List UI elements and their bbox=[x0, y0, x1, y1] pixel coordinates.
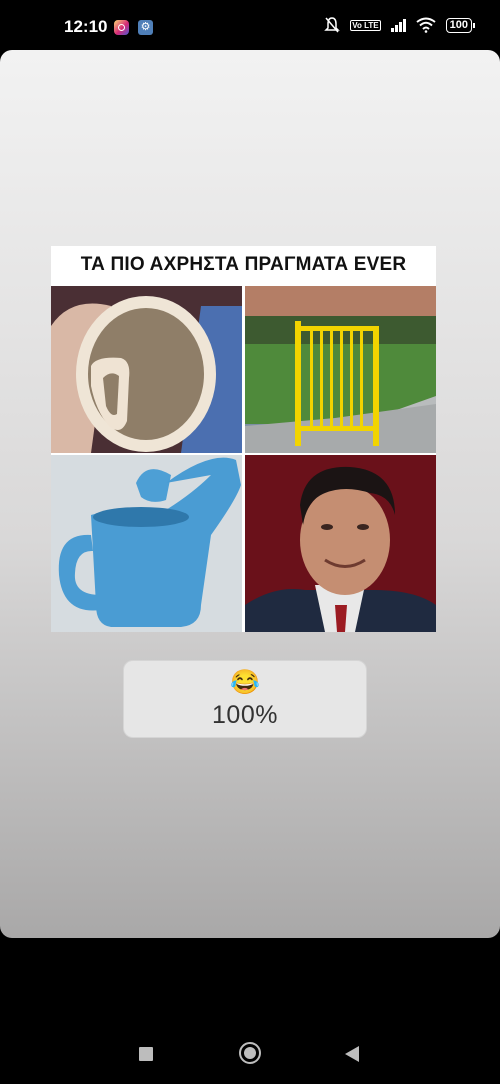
volte-icon: Vo LTE bbox=[350, 19, 381, 31]
standalone-yellow-gate-image bbox=[245, 286, 436, 453]
laughing-emoji-icon: 😂 bbox=[230, 669, 260, 696]
clock-time: 12:10 bbox=[64, 17, 108, 36]
meme-title: ΤΑ ΠΙΟ ΑΧΡΗΣΤΑ ΠΡΑΓΜΑΤΑ EVER bbox=[80, 254, 407, 275]
story-view[interactable]: ΤΑ ΠΙΟ ΑΧΡΗΣΤΑ ΠΡΑΓΜΑΤΑ EVER 😂 100% bbox=[0, 50, 500, 938]
battery-icon: 100 bbox=[445, 17, 476, 33]
wifi-icon bbox=[416, 17, 436, 33]
slider-result-value: 100% bbox=[212, 701, 278, 729]
back-triangle-icon[interactable] bbox=[345, 1046, 359, 1062]
navigation-bar bbox=[0, 1020, 500, 1084]
recents-square-icon[interactable] bbox=[139, 1047, 153, 1061]
home-circle-icon[interactable] bbox=[239, 1042, 261, 1064]
settings-notification-icon: ⚙ bbox=[138, 20, 153, 35]
meme-image: ΤΑ ΠΙΟ ΑΧΡΗΣΤΑ ΠΡΑΓΜΑΤΑ EVER bbox=[51, 246, 436, 632]
mug-with-inside-handle-image bbox=[51, 286, 242, 453]
emoji-slider-sticker[interactable]: 😂 100% bbox=[123, 660, 367, 738]
signal-icon bbox=[390, 18, 406, 32]
instagram-notification-icon bbox=[114, 20, 129, 35]
bell-muted-icon bbox=[324, 17, 341, 33]
blue-watering-can-image bbox=[51, 455, 242, 632]
man-portrait-image bbox=[245, 455, 436, 632]
status-bar: 12:10 ⚙ Vo LTE 100 bbox=[0, 0, 500, 52]
